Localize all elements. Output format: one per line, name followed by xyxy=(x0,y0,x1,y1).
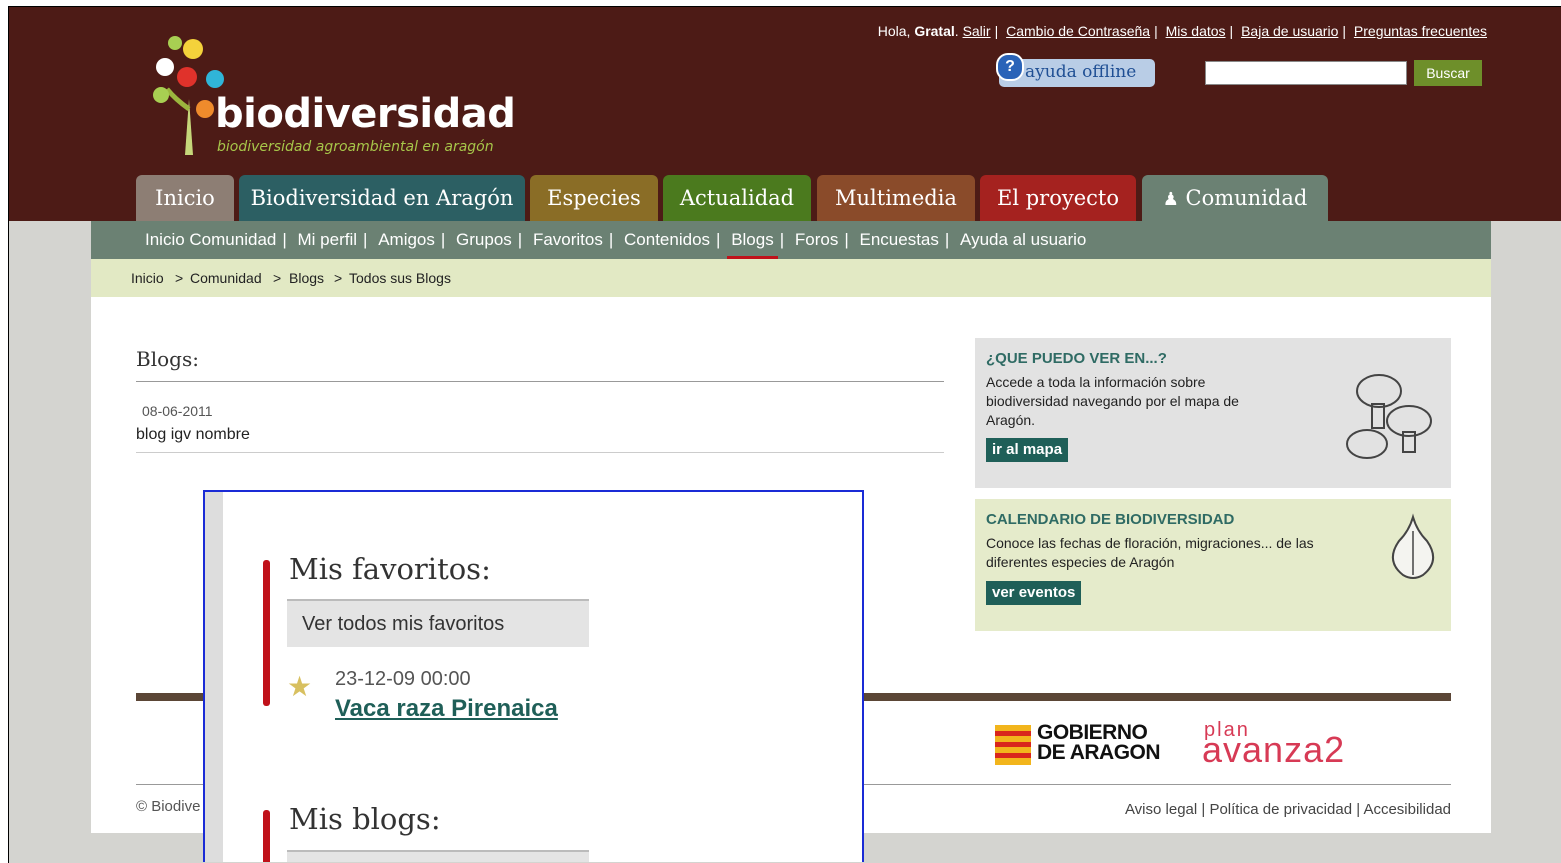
my-blogs-heading: Mis blogs: xyxy=(289,802,441,836)
legal-notice-link[interactable]: Aviso legal xyxy=(1125,801,1197,818)
page-title: Blogs: xyxy=(136,347,199,371)
view-all-favorites-button[interactable]: Ver todos mis favoritos xyxy=(287,599,589,647)
tab-label: El proyecto xyxy=(997,186,1119,210)
community-subnav: Inicio Comunidad | Mi perfil | Amigos | Gru… xyxy=(91,221,1491,260)
flower-tree-icon xyxy=(153,36,224,155)
map-info-box: ¿QUE PUEDO VER EN...? Accede a toda la i… xyxy=(975,338,1451,488)
subnav-grupos[interactable]: Grupos xyxy=(452,230,516,250)
view-all-favorites-label: Ver todos mis favoritos xyxy=(302,613,505,635)
tab-biodiversidad-aragon[interactable]: Biodiversidad en Aragón xyxy=(239,175,525,221)
divider xyxy=(136,381,944,382)
calendar-box-title: CALENDARIO DE BIODIVERSIDAD xyxy=(986,511,1235,528)
breadcrumb-comunidad[interactable]: Comunidad xyxy=(190,270,262,286)
tab-label: Comunidad xyxy=(1185,186,1308,210)
footer-links: Aviso legal | Política de privacidad | A… xyxy=(1124,801,1451,818)
tab-el-proyecto[interactable]: El proyecto xyxy=(980,175,1136,221)
change-password-link[interactable]: Cambio de Contraseña xyxy=(1006,23,1150,39)
subnav-mi-perfil[interactable]: Mi perfil xyxy=(294,230,362,250)
subnav-encuestas[interactable]: Encuestas xyxy=(856,230,943,250)
tab-label: Biodiversidad en Aragón xyxy=(250,186,514,210)
my-data-link[interactable]: Mis datos xyxy=(1166,23,1226,39)
breadcrumb-current: Todos sus Blogs xyxy=(349,270,451,286)
faq-link[interactable]: Preguntas frecuentes xyxy=(1354,23,1487,39)
blog-name-link[interactable]: blog igv nombre xyxy=(136,426,250,444)
help-offline-button[interactable]: ? ayuda offline xyxy=(996,53,1155,87)
user-icon: ♟ xyxy=(1162,189,1179,210)
tab-comunidad[interactable]: ♟ Comunidad xyxy=(1142,175,1328,221)
tab-multimedia[interactable]: Multimedia xyxy=(817,175,975,221)
go-to-map-button[interactable]: ir al mapa xyxy=(986,438,1069,462)
garlic-icon xyxy=(1392,513,1434,579)
calendar-info-box: CALENDARIO DE BIODIVERSIDAD Conoce las f… xyxy=(975,499,1451,631)
subnav-inicio-comunidad[interactable]: Inicio Comunidad xyxy=(141,230,280,250)
copyright-text: © Biodive xyxy=(136,798,201,815)
aragon-flag-icon xyxy=(995,725,1031,765)
tab-actualidad[interactable]: Actualidad xyxy=(663,175,811,221)
gobierno-aragon-logo[interactable]: GOBIERNO DE ARAGON xyxy=(995,721,1175,767)
map-box-title: ¿QUE PUEDO VER EN...? xyxy=(986,350,1167,367)
favorite-date: 23-12-09 00:00 xyxy=(335,668,471,690)
star-icon: ★ xyxy=(287,671,313,702)
tab-label: Multimedia xyxy=(835,186,957,210)
help-label: ayuda offline xyxy=(1025,62,1137,82)
unsubscribe-link[interactable]: Baja de usuario xyxy=(1241,23,1338,39)
breadcrumb-blogs[interactable]: Blogs xyxy=(289,270,324,286)
blog-date: 08-06-2011 xyxy=(142,403,213,419)
logout-link[interactable]: Salir xyxy=(963,23,991,39)
help-icon: ? xyxy=(996,53,1024,81)
tab-label: Inicio xyxy=(155,186,215,210)
plan-avanza-logo[interactable]: avanza2 xyxy=(1202,729,1345,771)
breadcrumb: Inicio > Comunidad > Blogs > Todos sus B… xyxy=(91,259,1491,297)
view-events-button[interactable]: ver eventos xyxy=(986,581,1082,605)
calendar-box-text: Conoce las fechas de floración, migracio… xyxy=(986,535,1314,570)
gov-logo-text: GOBIERNO DE ARAGON xyxy=(1037,721,1161,764)
inset-gutter xyxy=(205,492,223,862)
breadcrumb-sep: > xyxy=(175,270,184,286)
search-input[interactable] xyxy=(1205,61,1407,85)
breadcrumb-inicio[interactable]: Inicio xyxy=(131,270,164,286)
subnav-foros[interactable]: Foros xyxy=(791,230,842,250)
favorites-heading: Mis favoritos: xyxy=(289,552,491,586)
username: Gratal xyxy=(914,23,955,39)
blogs-accent-bar xyxy=(263,810,270,862)
favorites-accent-bar xyxy=(263,560,270,706)
subnav-contenidos[interactable]: Contenidos xyxy=(620,230,714,250)
user-links: Hola, Gratal. Salir | Cambio de Contraseñ… xyxy=(877,23,1487,39)
tab-label: Especies xyxy=(547,186,641,210)
favorite-link[interactable]: Vaca raza Pirenaica xyxy=(335,695,558,723)
subnav-amigos[interactable]: Amigos xyxy=(374,230,439,250)
privacy-policy-link[interactable]: Política de privacidad xyxy=(1209,801,1352,818)
breadcrumb-sep: > xyxy=(334,270,343,286)
subnav-favoritos[interactable]: Favoritos xyxy=(529,230,607,250)
logo-tagline: biodiversidad agroambiental en aragón xyxy=(217,139,494,155)
logo-wordmark: biodiversidad xyxy=(215,91,516,137)
greeting-text: Hola, xyxy=(877,23,911,39)
mushroom-icon xyxy=(1346,374,1432,459)
divider xyxy=(136,452,944,453)
subnav-ayuda-usuario[interactable]: Ayuda al usuario xyxy=(956,230,1090,250)
subnav-blogs[interactable]: Blogs xyxy=(727,230,778,260)
my-blogs-button[interactable] xyxy=(287,850,589,862)
breadcrumb-sep: > xyxy=(273,270,282,286)
accessibility-link[interactable]: Accesibilidad xyxy=(1363,801,1451,818)
tab-inicio[interactable]: Inicio xyxy=(136,175,234,221)
tab-especies[interactable]: Especies xyxy=(530,175,658,221)
site-logo[interactable]: biodiversidad biodiversidad agroambienta… xyxy=(145,29,516,159)
site-header: biodiversidad biodiversidad agroambienta… xyxy=(9,7,1561,221)
zoomed-inset: Mis favoritos: Ver todos mis favoritos ★… xyxy=(203,490,864,862)
map-box-text: Accede a toda la información sobre biodi… xyxy=(986,374,1239,428)
search-button[interactable]: Buscar xyxy=(1414,60,1482,86)
tab-label: Actualidad xyxy=(679,186,795,210)
